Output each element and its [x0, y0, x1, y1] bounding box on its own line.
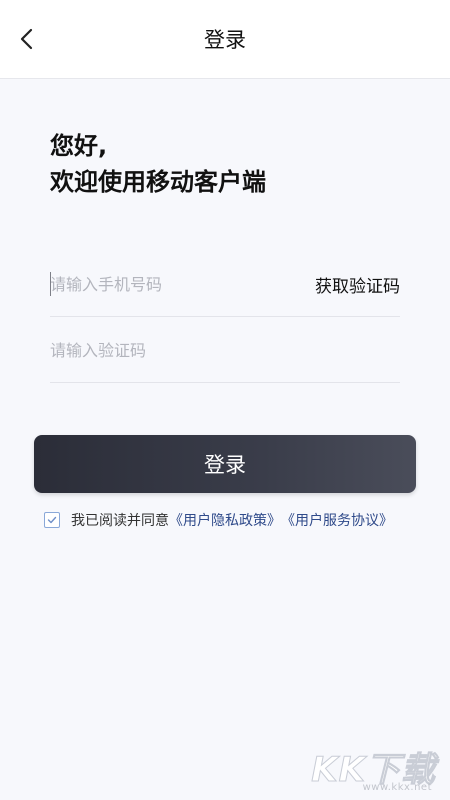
get-verification-code-button[interactable]: 获取验证码: [315, 272, 400, 297]
phone-field: 获取验证码: [50, 252, 400, 317]
service-agreement-link[interactable]: 《用户服务协议》: [281, 510, 393, 530]
top-bar: 登录: [0, 0, 450, 79]
agreement-checkbox[interactable]: [44, 512, 60, 528]
agreement-row: 我已阅读并同意 《用户隐私政策》 《用户服务协议》: [44, 510, 393, 530]
greeting-line-1: 您好,: [50, 132, 108, 160]
code-field: [50, 318, 400, 383]
checkmark-icon: [47, 516, 57, 524]
privacy-policy-link[interactable]: 《用户隐私政策》: [169, 510, 281, 530]
agreement-text: 我已阅读并同意: [71, 513, 169, 529]
verification-code-input[interactable]: [50, 334, 290, 366]
text-cursor: [50, 272, 51, 296]
greeting-line-2: 欢迎使用移动客户端: [50, 168, 266, 196]
watermark: KK下载 www.kkx.net: [311, 742, 436, 796]
greeting: 您好, 欢迎使用移动客户端: [50, 128, 266, 200]
watermark-url: www.kkx.net: [362, 782, 432, 793]
phone-input[interactable]: [50, 268, 290, 300]
page-title: 登录: [204, 28, 246, 52]
login-button[interactable]: 登录: [34, 435, 416, 493]
